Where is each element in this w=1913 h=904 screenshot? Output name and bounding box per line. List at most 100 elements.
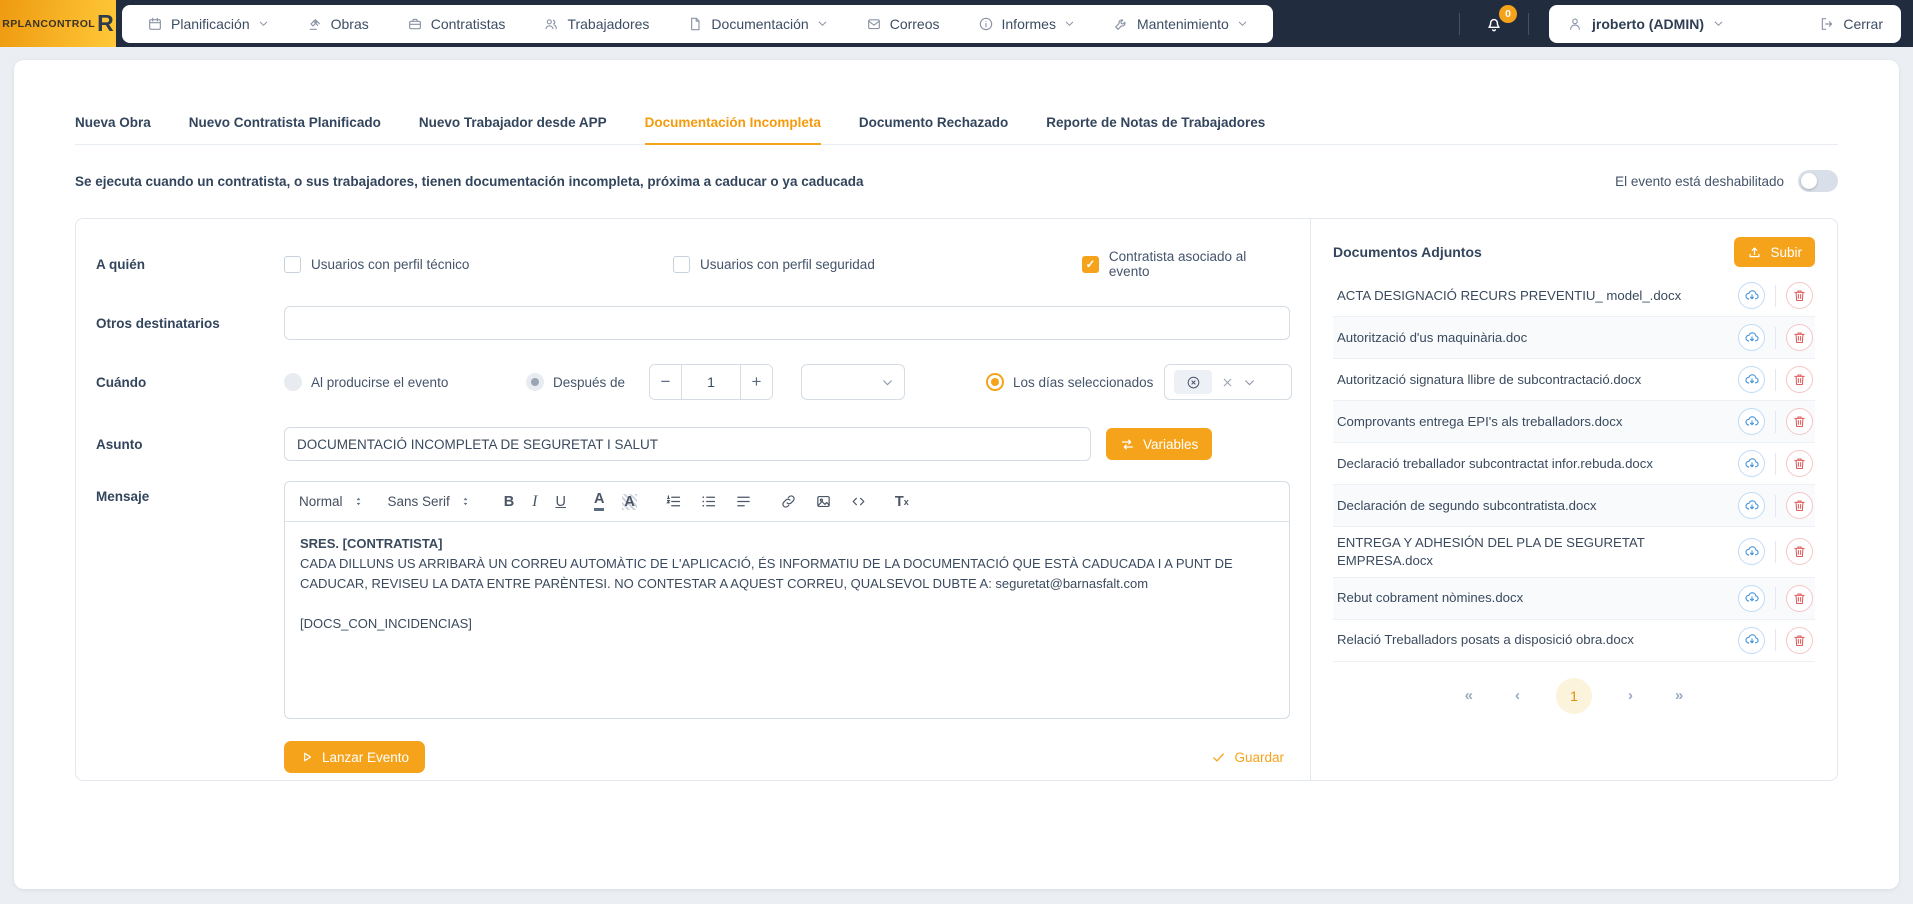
checkbox-contratista-asociado-al-evento[interactable]: Contratista asociado al evento	[1082, 249, 1290, 279]
download-document-button[interactable]	[1738, 324, 1765, 351]
delay-value-input[interactable]	[681, 365, 741, 399]
launch-event-button[interactable]: Lanzar Evento	[284, 741, 425, 773]
italic-button[interactable]: I	[532, 493, 537, 511]
delay-unit-select[interactable]	[801, 364, 905, 400]
delete-document-button[interactable]	[1786, 585, 1813, 612]
variables-button[interactable]: Variables	[1106, 428, 1212, 460]
align-button[interactable]	[735, 493, 752, 510]
when-label: Cuándo	[96, 375, 284, 390]
tab-nuevo-trabajador-desde-app[interactable]: Nuevo Trabajador desde APP	[419, 115, 607, 144]
pagination-current-page[interactable]: 1	[1556, 678, 1592, 714]
tab-nueva-obra[interactable]: Nueva Obra	[75, 115, 151, 144]
document-actions	[1738, 492, 1813, 519]
notifications-button[interactable]: 0	[1478, 10, 1510, 38]
bullet-list-button[interactable]	[700, 493, 717, 510]
image-button[interactable]	[815, 493, 832, 510]
nav-item-correos[interactable]: Correos	[847, 5, 959, 43]
checkbox-usuarios-con-perfil-seguridad[interactable]: Usuarios con perfil seguridad	[673, 256, 1082, 273]
delete-document-button[interactable]	[1786, 450, 1813, 477]
download-document-button[interactable]	[1738, 282, 1765, 309]
tab-documento-rechazado[interactable]: Documento Rechazado	[859, 115, 1008, 144]
download-document-button[interactable]	[1738, 627, 1765, 654]
radio-on-event[interactable]: Al producirse el evento	[284, 373, 526, 391]
delete-document-button[interactable]	[1786, 538, 1813, 565]
delete-document-button[interactable]	[1786, 492, 1813, 519]
radio-selected-days[interactable]: Los días seleccionados	[986, 373, 1164, 391]
user-icon	[1567, 16, 1583, 32]
paragraph-style-select[interactable]: Normal	[299, 494, 364, 509]
document-row: ENTREGA Y ADHESIÓN DEL PLA DE SEGURETAT …	[1333, 527, 1815, 578]
clear-format-button[interactable]: Tx	[895, 494, 909, 510]
checkbox-label: Usuarios con perfil técnico	[311, 257, 469, 272]
radio-after-delay-label: Después de	[553, 375, 625, 390]
checkbox-usuarios-con-perfil-te-cnico[interactable]: Usuarios con perfil técnico	[284, 256, 673, 273]
nav-item-obras[interactable]: Obras	[288, 5, 388, 43]
radio-selected-days-label: Los días seleccionados	[1013, 375, 1153, 390]
delete-document-button[interactable]	[1786, 282, 1813, 309]
cloud-download-icon	[1744, 498, 1760, 514]
font-select[interactable]: Sans Serif	[388, 494, 471, 509]
trash-icon	[1792, 591, 1807, 606]
event-disabled-toggle[interactable]	[1798, 170, 1838, 192]
days-multiselect[interactable]	[1164, 364, 1292, 400]
stepper-increment-button[interactable]: +	[741, 365, 772, 399]
cloud-download-icon	[1744, 330, 1760, 346]
selected-days-chip[interactable]	[1174, 370, 1212, 394]
trash-icon	[1792, 633, 1807, 648]
nav-item-trabajadores[interactable]: Trabajadores	[524, 5, 668, 43]
save-button[interactable]: Guardar	[1205, 749, 1290, 766]
download-document-button[interactable]	[1738, 408, 1765, 435]
nav-item-label: Informes	[1002, 16, 1056, 32]
briefcase-icon	[407, 16, 423, 32]
other-recipients-row: Otros destinatarios	[96, 306, 1290, 340]
link-button[interactable]	[780, 493, 797, 510]
download-document-button[interactable]	[1738, 585, 1765, 612]
delete-document-button[interactable]	[1786, 324, 1813, 351]
stepper-decrement-button[interactable]: −	[650, 365, 681, 399]
download-document-button[interactable]	[1738, 366, 1765, 393]
download-document-button[interactable]	[1738, 492, 1765, 519]
text-color-button[interactable]: A	[594, 492, 604, 510]
document-row: Autorització signatura llibre de subcont…	[1333, 359, 1815, 401]
app-logo[interactable]: RPLANCONTROL R	[0, 0, 116, 47]
highlight-color-button[interactable]: A	[622, 494, 636, 510]
tab-reporte-de-notas-de-trabajadores[interactable]: Reporte de Notas de Trabajadores	[1046, 115, 1265, 144]
upload-button[interactable]: Subir	[1734, 237, 1815, 267]
document-icon	[687, 16, 703, 32]
nav-item-informes[interactable]: Informes	[959, 5, 1094, 43]
message-salutation: SRES. [CONTRATISTA]	[300, 534, 1274, 554]
trash-icon	[1792, 456, 1807, 471]
tab-documentacio-n-incompleta[interactable]: Documentación Incompleta	[645, 115, 821, 144]
nav-item-documentacion[interactable]: Documentación	[668, 5, 846, 43]
user-menu[interactable]: jroberto (ADMIN)	[1567, 16, 1724, 32]
subject-input[interactable]	[284, 427, 1091, 461]
message-body: CADA DILLUNS US ARRIBARÀ UN CORREU AUTOM…	[300, 554, 1274, 594]
message-content[interactable]: SRES. [CONTRATISTA] CADA DILLUNS US ARRI…	[285, 522, 1289, 647]
play-icon	[300, 750, 314, 764]
document-row: Declaració treballador subcontractat inf…	[1333, 443, 1815, 485]
download-document-button[interactable]	[1738, 450, 1765, 477]
nav-item-mantenimiento[interactable]: Mantenimiento	[1094, 5, 1267, 43]
delete-document-button[interactable]	[1786, 366, 1813, 393]
delete-document-button[interactable]	[1786, 627, 1813, 654]
clear-selection-icon[interactable]	[1221, 376, 1234, 389]
cloud-download-icon	[1744, 288, 1760, 304]
nav-item-planificacion[interactable]: Planificación	[128, 5, 288, 43]
bold-button[interactable]: B	[504, 494, 514, 510]
ordered-list-button[interactable]	[665, 493, 682, 510]
pagination-next-button[interactable]: ›	[1622, 686, 1639, 705]
radio-after-delay[interactable]: Después de	[526, 373, 649, 391]
pagination-last-button[interactable]: »	[1669, 686, 1689, 705]
other-recipients-input[interactable]	[284, 306, 1290, 340]
pagination-prev-button[interactable]: ‹	[1509, 686, 1526, 705]
tab-nuevo-contratista-planificado[interactable]: Nuevo Contratista Planificado	[189, 115, 381, 144]
underline-button[interactable]: U	[555, 494, 565, 510]
download-document-button[interactable]	[1738, 538, 1765, 565]
action-divider	[1775, 285, 1776, 307]
pagination-first-button[interactable]: «	[1459, 686, 1479, 705]
logout-button[interactable]: Cerrar	[1819, 16, 1883, 32]
nav-item-contratistas[interactable]: Contratistas	[388, 5, 525, 43]
code-button[interactable]	[850, 493, 867, 510]
other-recipients-label: Otros destinatarios	[96, 316, 284, 331]
delete-document-button[interactable]	[1786, 408, 1813, 435]
